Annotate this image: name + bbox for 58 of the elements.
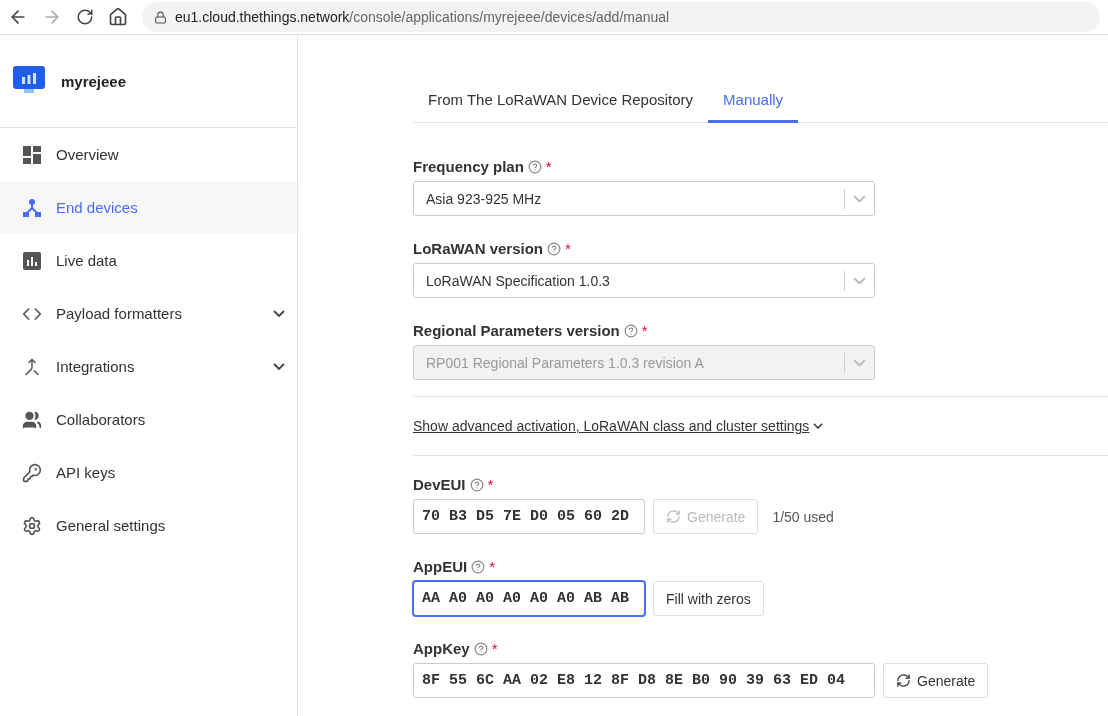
select-field[interactable]: Asia 923-925 MHz bbox=[413, 181, 875, 216]
sidebar-item[interactable]: Payload formatters bbox=[0, 287, 297, 340]
required-mark: * bbox=[565, 240, 571, 257]
required-mark: * bbox=[545, 158, 552, 175]
field-label: Regional Parameters version bbox=[413, 322, 620, 339]
required-mark: * bbox=[489, 558, 495, 575]
lock-icon bbox=[154, 10, 167, 24]
chevron-icon bbox=[273, 310, 285, 317]
sidebar-item[interactable]: Collaborators bbox=[0, 393, 297, 446]
help-icon[interactable] bbox=[547, 241, 562, 256]
sidebar-item[interactable]: API keys bbox=[0, 446, 297, 499]
address-bar[interactable]: eu1.cloud.thethings.network/console/applications/myrejeee/devices/add/manual bbox=[142, 2, 1100, 32]
reload-icon[interactable] bbox=[76, 8, 94, 26]
bar-chart-icon bbox=[23, 251, 41, 270]
help-icon[interactable] bbox=[469, 477, 484, 492]
settings-icon bbox=[22, 515, 42, 536]
field-label: AppKey bbox=[413, 640, 470, 657]
key-icon bbox=[22, 462, 42, 483]
field-label: AppEUI bbox=[413, 558, 468, 575]
network-icon bbox=[23, 198, 41, 217]
chevron-icon bbox=[853, 276, 866, 285]
chevron-icon bbox=[813, 423, 824, 429]
sidebar-item[interactable]: Integrations bbox=[0, 340, 297, 393]
input-field[interactable]: AA A0 A0 A0 A0 A0 AB AB bbox=[413, 581, 645, 616]
chevron-icon bbox=[853, 358, 866, 367]
select-field[interactable]: LoRaWAN Specification 1.0.3 bbox=[413, 263, 875, 298]
action-button[interactable]: Generate bbox=[883, 663, 989, 698]
input-field[interactable]: 70 B3 D5 7E D0 05 60 2D bbox=[413, 499, 645, 534]
app-name: myrejeee bbox=[61, 72, 127, 90]
field-label: DevEUI bbox=[413, 476, 466, 493]
chevron-icon bbox=[853, 194, 866, 203]
required-mark: * bbox=[487, 476, 494, 493]
help-icon[interactable] bbox=[527, 159, 542, 174]
tab[interactable]: Manually bbox=[708, 80, 799, 123]
sidebar-item[interactable]: Live data bbox=[0, 234, 297, 287]
refresh-icon bbox=[666, 509, 681, 524]
required-mark: * bbox=[641, 322, 648, 339]
field-label: Frequency plan bbox=[413, 158, 524, 175]
help-icon[interactable] bbox=[471, 559, 486, 574]
monitor-logo-icon bbox=[13, 66, 45, 96]
help-icon[interactable] bbox=[623, 323, 638, 338]
grid-icon bbox=[23, 145, 41, 164]
merge-icon bbox=[23, 357, 41, 376]
required-mark: * bbox=[491, 640, 498, 657]
action-button[interactable]: Fill with zeros bbox=[653, 581, 764, 616]
sidebar-item[interactable]: General settings bbox=[0, 499, 297, 552]
home-icon[interactable] bbox=[108, 7, 128, 27]
chevron-icon bbox=[273, 363, 285, 370]
people-icon bbox=[22, 409, 42, 430]
sidebar-item[interactable]: End devices bbox=[0, 181, 297, 234]
sidebar-item[interactable]: Overview bbox=[0, 128, 297, 181]
help-icon[interactable] bbox=[473, 641, 488, 656]
input-field[interactable]: 8F 55 6C AA 02 E8 12 8F D8 8E B0 90 39 63 ED 04 bbox=[413, 663, 875, 698]
field-label: LoRaWAN version bbox=[413, 240, 544, 257]
tab[interactable]: From The LoRaWAN Device Repository bbox=[413, 80, 709, 123]
refresh-icon bbox=[896, 673, 911, 688]
usage-note: 1/50 used bbox=[772, 508, 834, 525]
advanced-settings-link[interactable]: Show advanced activation, LoRaWAN class and cluster settings bbox=[413, 418, 824, 434]
